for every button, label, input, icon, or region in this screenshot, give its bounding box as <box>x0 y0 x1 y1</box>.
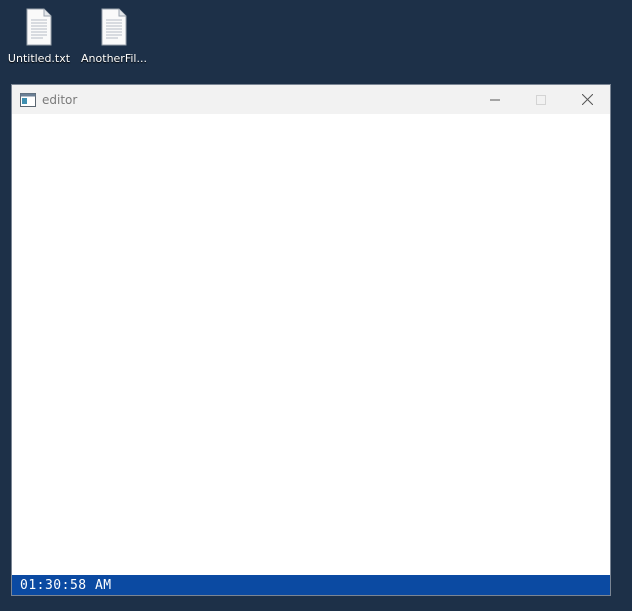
desktop-icon-label: Untitled.txt <box>7 52 71 65</box>
desktop-icon-anotherfile[interactable]: AnotherFil... <box>77 8 151 65</box>
desktop-icon-untitled-txt[interactable]: Untitled.txt <box>2 8 76 65</box>
desktop: Untitled.txt AnotherFil... editor 01:30:… <box>0 0 632 611</box>
title-bar[interactable]: editor <box>12 85 610 114</box>
status-time: 01:30:58 AM <box>20 577 112 593</box>
editor-text-area[interactable] <box>12 114 610 575</box>
text-file-icon <box>26 8 52 46</box>
close-icon <box>581 94 593 105</box>
status-bar: 01:30:58 AM <box>12 575 610 595</box>
minimize-icon <box>490 99 500 100</box>
minimize-button[interactable] <box>472 85 518 114</box>
text-file-icon <box>101 8 127 46</box>
maximize-icon <box>536 94 546 105</box>
editor-window: editor 01:30:58 AM <box>11 84 611 596</box>
editor-app-icon <box>20 92 36 107</box>
maximize-button[interactable] <box>518 85 564 114</box>
desktop-icon-label: AnotherFil... <box>81 52 147 65</box>
window-title: editor <box>42 92 78 107</box>
close-button[interactable] <box>564 85 610 114</box>
